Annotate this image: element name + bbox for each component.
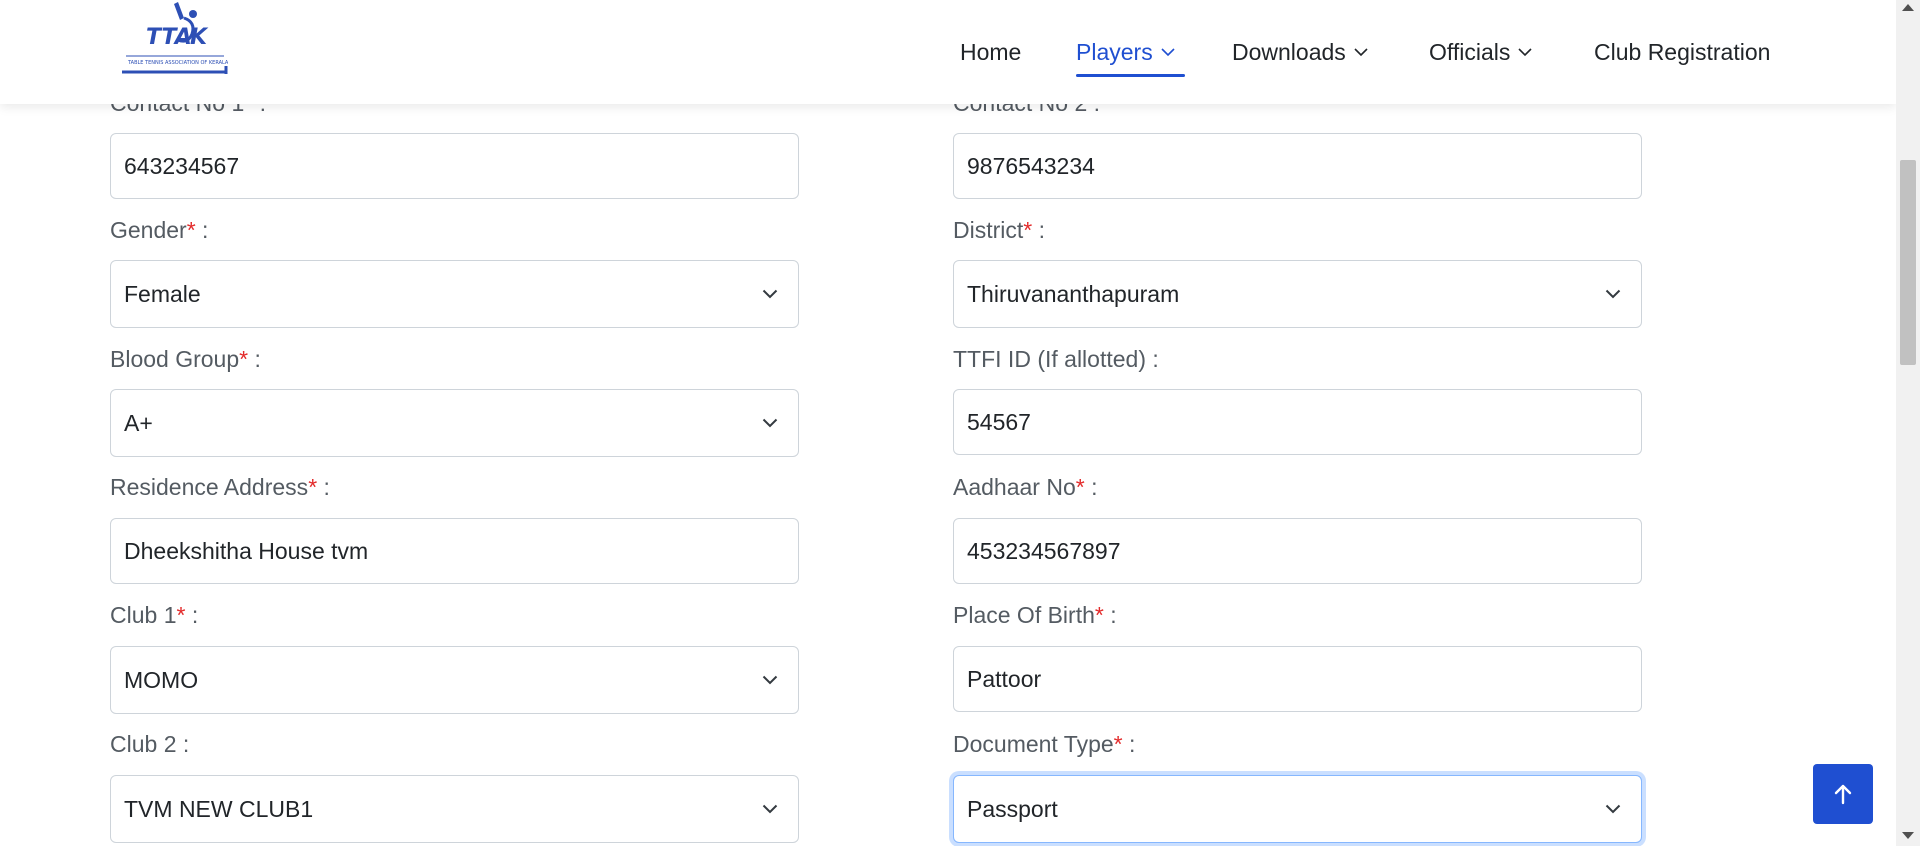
- svg-text:TABLE TENNIS ASSOCIATION OF KE: TABLE TENNIS ASSOCIATION OF KERALA: [127, 60, 228, 66]
- document-type-select[interactable]: Passport: [953, 775, 1642, 843]
- chevron-down-icon: [1518, 47, 1532, 57]
- birth-place-value: Pattoor: [967, 665, 1042, 692]
- nav-active-underline: [1076, 74, 1185, 77]
- page-scrollbar[interactable]: [1896, 0, 1920, 846]
- scrollbar-thumb[interactable]: [1900, 160, 1916, 365]
- contact2-value: 9876543234: [967, 152, 1095, 179]
- ttfi-id-input[interactable]: 54567: [953, 389, 1642, 455]
- club2-label: Club 2 :: [110, 731, 190, 757]
- nav-home-label: Home: [960, 38, 1022, 65]
- club2-value: TVM NEW CLUB1: [124, 795, 314, 822]
- gender-value: Female: [124, 280, 201, 307]
- chevron-down-icon: [762, 675, 778, 685]
- chevron-down-icon: [1605, 289, 1621, 299]
- chevron-down-icon: [1354, 47, 1368, 57]
- district-select[interactable]: Thiruvananthapuram: [953, 260, 1642, 328]
- document-type-label: Document Type* :: [953, 731, 1136, 757]
- contact1-input[interactable]: 643234567: [110, 133, 799, 199]
- arrow-up-icon: [1831, 782, 1855, 806]
- nav-officials[interactable]: Officials: [1429, 36, 1532, 68]
- contact1-value: 643234567: [124, 152, 240, 179]
- blood-group-select[interactable]: A+: [110, 389, 799, 457]
- club1-label: Club 1* :: [110, 602, 199, 628]
- club2-select[interactable]: TVM NEW CLUB1: [110, 775, 799, 843]
- nav-players-label: Players: [1076, 38, 1153, 65]
- birth-place-input[interactable]: Pattoor: [953, 646, 1642, 712]
- aadhaar-value: 453234567897: [967, 537, 1121, 564]
- back-to-top-button[interactable]: [1813, 764, 1873, 824]
- gender-label: Gender* :: [110, 217, 209, 243]
- gender-select[interactable]: Female: [110, 260, 799, 328]
- document-type-value: Passport: [967, 795, 1058, 822]
- address-value: Dheekshitha House tvm: [124, 537, 369, 564]
- ttfi-id-label: TTFI ID (If allotted) :: [953, 346, 1159, 372]
- birth-place-label: Place Of Birth* :: [953, 602, 1117, 628]
- nav-downloads-label: Downloads: [1232, 38, 1346, 65]
- contact2-input[interactable]: 9876543234: [953, 133, 1642, 199]
- club1-value: MOMO: [124, 666, 199, 693]
- aadhaar-input[interactable]: 453234567897: [953, 518, 1642, 584]
- chevron-down-icon: [762, 804, 778, 814]
- chevron-down-icon: [1161, 47, 1175, 57]
- site-header: TTA K TABLE TENNIS ASSOCIATION OF KERALA…: [0, 0, 1896, 104]
- address-label: Residence Address* :: [110, 474, 330, 500]
- aadhaar-label: Aadhaar No* :: [953, 474, 1098, 500]
- chevron-down-icon: [762, 418, 778, 428]
- player-registration-form: Contact No 1* : 643234567 Contact No 2 :…: [0, 0, 1896, 846]
- svg-text:K: K: [190, 25, 209, 50]
- blood-group-value: A+: [124, 409, 153, 436]
- chevron-down-icon: [1605, 804, 1621, 814]
- club1-select[interactable]: MOMO: [110, 646, 799, 714]
- blood-group-label: Blood Group* :: [110, 346, 261, 372]
- ttfi-id-value: 54567: [967, 408, 1031, 435]
- ttak-logo[interactable]: TTA K TABLE TENNIS ASSOCIATION OF KERALA: [120, 0, 228, 78]
- nav-players[interactable]: Players: [1076, 36, 1175, 68]
- address-input[interactable]: Dheekshitha House tvm: [110, 518, 799, 584]
- district-label: District* :: [953, 217, 1046, 243]
- district-value: Thiruvananthapuram: [967, 280, 1180, 307]
- svg-text:TTA: TTA: [146, 25, 192, 50]
- nav-club-registration-label: Club Registration: [1594, 38, 1771, 65]
- scroll-up-arrow-icon[interactable]: [1902, 4, 1914, 11]
- nav-club-registration[interactable]: Club Registration: [1594, 36, 1770, 68]
- nav-home[interactable]: Home: [960, 36, 1021, 68]
- nav-officials-label: Officials: [1429, 38, 1511, 65]
- nav-downloads[interactable]: Downloads: [1232, 36, 1368, 68]
- scroll-down-arrow-icon[interactable]: [1902, 832, 1914, 839]
- chevron-down-icon: [762, 289, 778, 299]
